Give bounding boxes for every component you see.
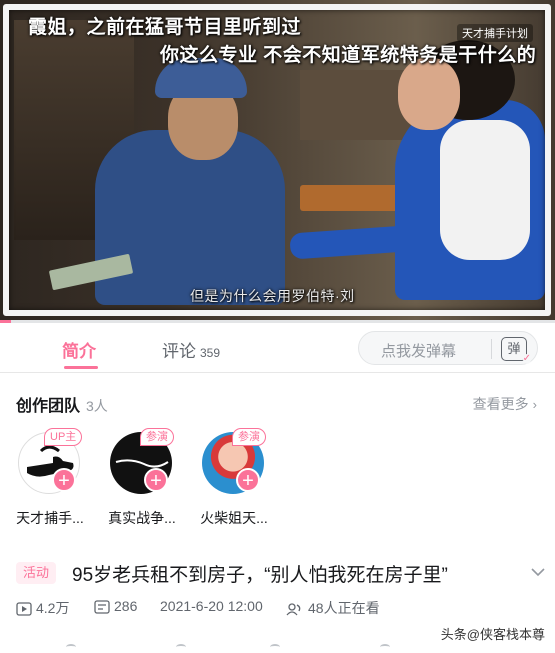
- source-watermark: 头条@侠客栈本尊: [440, 627, 545, 642]
- danmaku-button-label: 弹: [507, 341, 521, 356]
- action-icon[interactable]: [66, 644, 76, 650]
- member-name: 天才捕手...: [16, 510, 84, 526]
- watching-people-icon: [286, 603, 301, 616]
- member-role-badge: UP主: [44, 428, 83, 446]
- member-role-badge: 参演: [140, 428, 174, 446]
- check-icon: ✓: [522, 353, 531, 364]
- team-member[interactable]: 参演 + 火柴姐天...: [184, 428, 284, 528]
- subtitle-line-2: 你这么专业 不会不知道军统特务是干什么的: [160, 45, 537, 66]
- action-icon[interactable]: [270, 644, 280, 650]
- danmaku-toggle-button[interactable]: 弹 ✓: [501, 337, 531, 364]
- action-icon[interactable]: [176, 644, 186, 650]
- video-watermark: 天才捕手计划: [457, 24, 533, 42]
- team-heading-label: 创作团队: [16, 398, 81, 415]
- tab-bar: 简介 评论 359 点我发弹幕 弹 ✓: [0, 323, 555, 373]
- danmaku-placeholder: 点我发弹幕: [381, 343, 457, 360]
- danmaku-divider: [491, 339, 492, 359]
- team-member[interactable]: 参演 + 真实战争...: [92, 428, 192, 528]
- danmaku-count-icon: [94, 600, 110, 614]
- team-heading: 创作团队 3人: [16, 392, 108, 416]
- team-more-link[interactable]: 查看更多 ›: [473, 394, 537, 414]
- activity-tag[interactable]: 活动: [16, 562, 57, 584]
- team-count: 3人: [86, 398, 108, 414]
- danmaku-count: 286: [114, 598, 138, 614]
- chevron-down-icon[interactable]: [530, 564, 546, 580]
- member-name: 真实战争...: [108, 510, 176, 526]
- member-role-badge: 参演: [232, 428, 266, 446]
- play-count-icon: [16, 602, 32, 616]
- action-icon[interactable]: [380, 644, 390, 650]
- comments-count: 359: [200, 346, 221, 360]
- danmaku-stat: 286: [94, 598, 137, 614]
- danmaku-input[interactable]: 点我发弹幕 弹 ✓: [358, 331, 538, 365]
- watching-count: 48人正在看: [308, 600, 380, 616]
- publish-date: 2021-6-20 12:00: [160, 598, 263, 614]
- subtitle-line-3: 但是为什么会用罗伯特·刘: [190, 288, 355, 304]
- tab-comments-label: 评论: [162, 342, 196, 361]
- views-count: 4.2万: [36, 600, 70, 616]
- video-player[interactable]: 霞姐，之前在猛哥节目里听到过 你这么专业 不会不知道军统特务是干什么的 但是为什…: [0, 0, 555, 322]
- tab-comments[interactable]: 评论 359: [162, 337, 220, 362]
- subtitle-line-1: 霞姐，之前在猛哥节目里听到过: [28, 17, 302, 38]
- follow-plus-icon[interactable]: +: [236, 468, 260, 492]
- follow-plus-icon[interactable]: +: [52, 468, 76, 492]
- chevron-right-icon: ›: [532, 397, 537, 412]
- video-title-row: 活动 95岁老兵租不到房子，“别人怕我死在房子里”: [16, 560, 546, 588]
- team-more-label: 查看更多: [472, 396, 529, 412]
- member-name: 火柴姐天...: [200, 510, 268, 526]
- tab-active-indicator: [64, 366, 98, 369]
- team-member[interactable]: UP主 + 天才捕手...: [0, 428, 100, 528]
- video-title: 95岁老兵租不到房子，“别人怕我死在房子里”: [72, 565, 448, 586]
- watching-stat: 48人正在看: [286, 598, 380, 618]
- views-stat: 4.2万: [16, 598, 69, 618]
- tab-intro[interactable]: 简介: [62, 337, 96, 362]
- follow-plus-icon[interactable]: +: [144, 468, 168, 492]
- video-meta-row: 4.2万 286 2021-6-20 12:00 48人正在看: [16, 598, 546, 618]
